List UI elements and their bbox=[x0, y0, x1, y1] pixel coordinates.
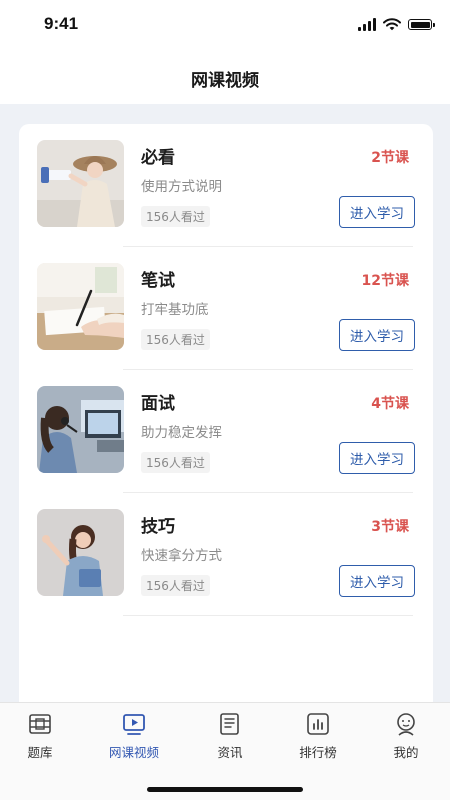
lesson-count: 4节课 bbox=[371, 396, 409, 412]
lesson-count: 12节课 bbox=[361, 273, 409, 289]
woman-megaphone-image bbox=[37, 140, 124, 227]
tab-label: 网课视频 bbox=[108, 745, 159, 760]
views-badge: 156人看过 bbox=[141, 452, 210, 473]
course-title: 技巧 bbox=[141, 517, 175, 537]
enter-study-button[interactable]: 进入学习 bbox=[339, 319, 415, 351]
views-badge: 156人看过 bbox=[141, 206, 210, 227]
hand-writing-image bbox=[37, 263, 124, 350]
enter-study-button[interactable]: 进入学习 bbox=[339, 565, 415, 597]
lesson-count: 3节课 bbox=[371, 519, 409, 535]
course-title: 必看 bbox=[141, 148, 175, 168]
question-bank-icon bbox=[29, 714, 51, 734]
ranking-icon bbox=[307, 713, 329, 735]
course-description: 快速拿分方式 bbox=[141, 548, 222, 564]
tab-profile[interactable]: 我的 bbox=[366, 710, 446, 768]
course-list-card: 必看 使用方式说明 156人看过 2节课 进入学习 笔试 打牢基功底 156人看… bbox=[19, 124, 433, 744]
course-thumbnail bbox=[37, 140, 124, 227]
tab-ranking[interactable]: 排行榜 bbox=[278, 710, 358, 768]
page-title: 网课视频 bbox=[191, 70, 259, 91]
course-title: 笔试 bbox=[141, 271, 175, 291]
course-description: 打牢基功底 bbox=[141, 302, 209, 318]
video-icon bbox=[123, 714, 145, 735]
navigation-bar: 网课视频 bbox=[0, 52, 450, 104]
tab-online-videos[interactable]: 网课视频 bbox=[94, 710, 174, 768]
course-description: 使用方式说明 bbox=[141, 179, 222, 195]
news-icon bbox=[220, 713, 239, 735]
woman-headset-image bbox=[37, 386, 124, 473]
home-indicator[interactable] bbox=[147, 787, 303, 792]
status-icons bbox=[358, 18, 435, 31]
course-description: 助力稳定发挥 bbox=[141, 425, 222, 441]
bottom-tab-bar: 题库 网课视频 资讯 排行榜 我的 bbox=[0, 702, 450, 800]
battery-icon bbox=[408, 19, 435, 30]
course-thumbnail bbox=[37, 263, 124, 350]
tab-label: 题库 bbox=[27, 745, 53, 760]
status-time: 9:41 bbox=[44, 14, 79, 33]
tab-label: 我的 bbox=[393, 745, 419, 760]
profile-icon bbox=[397, 713, 415, 736]
woman-teaching-image bbox=[37, 509, 124, 596]
course-thumbnail bbox=[37, 509, 124, 596]
course-item-must-watch[interactable]: 必看 使用方式说明 156人看过 2节课 进入学习 bbox=[19, 124, 433, 247]
tab-news[interactable]: 资讯 bbox=[190, 710, 270, 768]
course-thumbnail bbox=[37, 386, 124, 473]
wifi-icon bbox=[383, 18, 401, 31]
course-item-written-exam[interactable]: 笔试 打牢基功底 156人看过 12节课 进入学习 bbox=[19, 247, 433, 370]
enter-study-button[interactable]: 进入学习 bbox=[339, 196, 415, 228]
lesson-count: 2节课 bbox=[371, 150, 409, 166]
views-badge: 156人看过 bbox=[141, 329, 210, 350]
course-item-tips[interactable]: 技巧 快速拿分方式 156人看过 3节课 进入学习 bbox=[19, 493, 433, 616]
tab-label: 排行榜 bbox=[299, 745, 337, 760]
enter-study-button[interactable]: 进入学习 bbox=[339, 442, 415, 474]
course-item-interview[interactable]: 面试 助力稳定发挥 156人看过 4节课 进入学习 bbox=[19, 370, 433, 493]
cellular-signal-icon bbox=[358, 18, 376, 31]
course-title: 面试 bbox=[141, 394, 175, 414]
divider bbox=[123, 615, 413, 616]
views-badge: 156人看过 bbox=[141, 575, 210, 596]
tab-question-bank[interactable]: 题库 bbox=[0, 710, 80, 768]
status-bar: 9:41 bbox=[0, 0, 450, 52]
tab-label: 资讯 bbox=[217, 745, 243, 760]
